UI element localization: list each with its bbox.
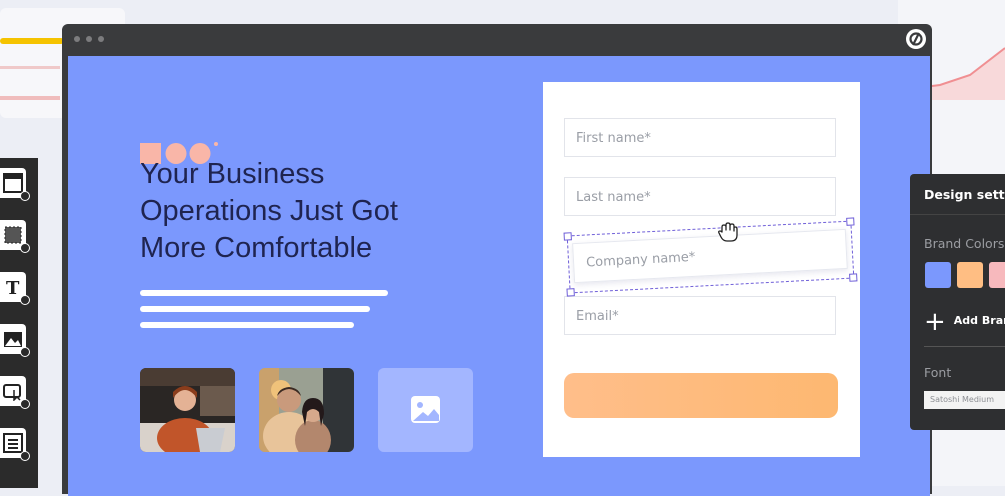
layout-icon	[3, 173, 23, 193]
add-brand-label: Add Bran	[953, 314, 1005, 327]
submit-button[interactable]	[564, 373, 838, 418]
background-line	[0, 96, 60, 100]
hand-grab-cursor-icon	[718, 222, 738, 242]
window-dot[interactable]	[74, 36, 80, 42]
photo-couple-office	[259, 368, 354, 452]
brand-color-swatch[interactable]	[957, 262, 983, 288]
last-name-field[interactable]: Last name*	[564, 177, 836, 216]
text-tool[interactable]: T	[0, 272, 30, 305]
background-accent-bar	[0, 38, 64, 44]
brand-color-swatch[interactable]	[925, 262, 951, 288]
button-icon	[3, 384, 21, 401]
svg-text:T: T	[6, 278, 20, 297]
email-field[interactable]: Email*	[564, 296, 836, 335]
section-tool[interactable]	[0, 220, 30, 253]
tool-badge	[20, 191, 30, 201]
tool-palette: T	[0, 158, 38, 488]
tool-badge	[20, 295, 30, 305]
app-logo-icon	[906, 29, 926, 49]
image-placeholder[interactable]	[378, 368, 473, 452]
placeholder-text-line	[140, 322, 354, 328]
image-icon	[4, 332, 22, 347]
resize-handle[interactable]	[849, 273, 858, 282]
image-tool[interactable]	[0, 324, 30, 357]
tool-badge	[20, 399, 30, 409]
first-name-field[interactable]: First name*	[564, 118, 836, 157]
add-brand-color-button[interactable]: + Add Bran	[924, 307, 1005, 337]
brand-color-swatch[interactable]	[989, 262, 1005, 288]
window-controls	[74, 36, 104, 42]
photo-woman-laptop	[140, 368, 235, 452]
form-icon	[3, 433, 23, 453]
resize-handle[interactable]	[566, 288, 575, 297]
placeholder-text-line	[140, 306, 370, 312]
background-line	[0, 66, 60, 69]
divider	[924, 346, 1005, 347]
brand-colors-label: Brand Colors	[924, 236, 1005, 251]
design-settings-panel: Design settin Brand Colors + Add Bran Fon…	[910, 174, 1005, 430]
section-icon	[4, 226, 22, 244]
layout-tool[interactable]	[0, 168, 30, 201]
font-select[interactable]: Satoshi Medium	[924, 391, 1005, 409]
font-label: Font	[924, 365, 952, 380]
button-tool[interactable]	[0, 376, 30, 409]
form-tool[interactable]	[0, 428, 30, 461]
panel-title: Design settin	[924, 187, 1005, 202]
tool-badge	[20, 451, 30, 461]
resize-handle[interactable]	[846, 217, 855, 226]
text-icon: T	[6, 278, 20, 297]
window-dot[interactable]	[86, 36, 92, 42]
image-placeholder-icon	[411, 396, 440, 423]
plus-icon: +	[924, 307, 946, 337]
placeholder-text-line	[140, 290, 388, 296]
resize-handle[interactable]	[563, 232, 572, 241]
window-dot[interactable]	[98, 36, 104, 42]
tool-badge	[20, 243, 30, 253]
hero-headline: Your Business Operations Just Got More C…	[140, 158, 398, 264]
tool-badge	[20, 347, 30, 357]
divider	[910, 214, 1005, 215]
